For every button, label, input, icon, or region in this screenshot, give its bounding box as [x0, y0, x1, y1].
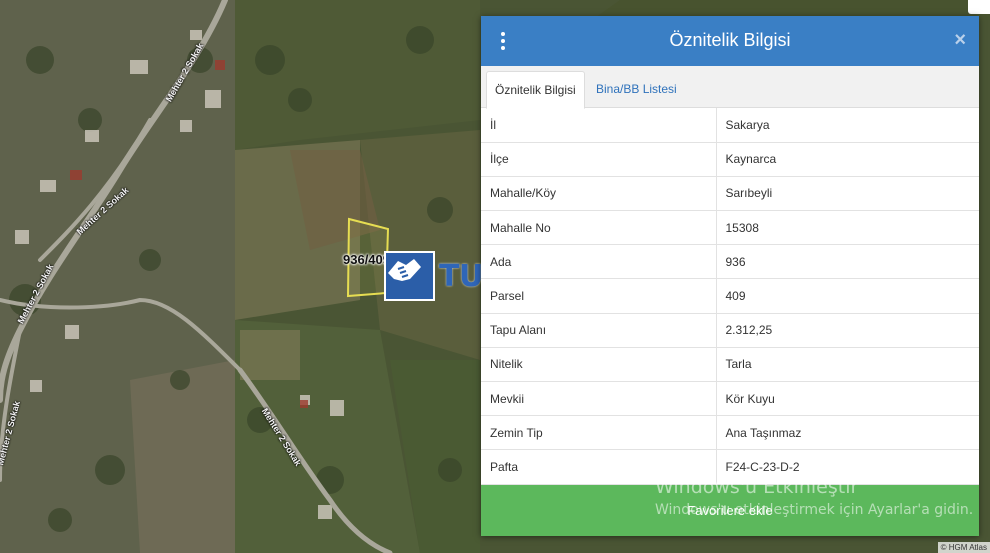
attribute-value: 2.312,25: [716, 313, 979, 348]
attribute-value: Kaynarca: [716, 142, 979, 177]
attribute-key: Tapu Alanı: [481, 313, 717, 348]
attribute-key: İlçe: [481, 142, 717, 177]
attribute-value: 15308: [716, 210, 979, 246]
add-to-favorites-button[interactable]: Favorilere ekle: [481, 485, 979, 536]
panel-tabs: Öznitelik Bilgisi Bina/BB Listesi: [481, 66, 979, 109]
table-row: Ada 936: [481, 244, 979, 280]
map-attribution: © HGM Atlas: [937, 542, 990, 553]
attribute-value: 936: [716, 244, 979, 280]
handshake-icon: [384, 251, 435, 301]
attribute-info-panel: Öznitelik Bilgisi × Öznitelik Bilgisi Bi…: [481, 16, 979, 536]
attribute-table: İl Sakarya İlçe Kaynarca Mahalle/Köy Sarıbeyl…: [481, 108, 979, 485]
table-row: Parsel 409: [481, 278, 979, 314]
attribute-value: Sarıbeyli: [716, 176, 979, 212]
table-row: Mahalle/Köy Sarıbeyli: [481, 176, 979, 212]
attribute-value: Kör Kuyu: [716, 381, 979, 417]
table-row: Nitelik Tarla: [481, 347, 979, 383]
table-row: Pafta F24-C-23-D-2: [481, 449, 979, 485]
attribute-key: Nitelik: [481, 347, 717, 383]
table-row: Tapu Alanı 2.312,25: [481, 313, 979, 348]
attribute-key: Pafta: [481, 449, 717, 485]
parcel-label[interactable]: 936/409: [343, 252, 390, 267]
attribute-key: Mevkii: [481, 381, 717, 417]
table-row: İl Sakarya: [481, 108, 979, 143]
tab-building-list[interactable]: Bina/BB Listesi: [588, 71, 685, 109]
attribute-key: Mahalle/Köy: [481, 176, 717, 212]
close-icon[interactable]: ×: [954, 30, 966, 50]
table-row: Zemin Tip Ana Taşınmaz: [481, 415, 979, 451]
attribute-value: Ana Taşınmaz: [716, 415, 979, 451]
attribute-value: Tarla: [716, 347, 979, 383]
attribute-key: Mahalle No: [481, 210, 717, 246]
attribute-value: Sakarya: [716, 108, 979, 143]
attribute-key: Zemin Tip: [481, 415, 717, 451]
table-row: Mahalle No 15308: [481, 210, 979, 246]
attribute-value: F24-C-23-D-2: [716, 449, 979, 485]
panel-title: Öznitelik Bilgisi: [669, 30, 791, 50]
attribute-key: Ada: [481, 244, 717, 280]
tab-attribute-info[interactable]: Öznitelik Bilgisi: [486, 71, 585, 109]
table-row: İlçe Kaynarca: [481, 142, 979, 177]
table-row: Mevkii Kör Kuyu: [481, 381, 979, 417]
panel-header: Öznitelik Bilgisi ×: [481, 16, 979, 66]
map-control-button[interactable]: [968, 0, 990, 14]
attribute-key: İl: [481, 108, 717, 143]
attribute-key: Parsel: [481, 278, 717, 314]
attribute-value: 409: [716, 278, 979, 314]
